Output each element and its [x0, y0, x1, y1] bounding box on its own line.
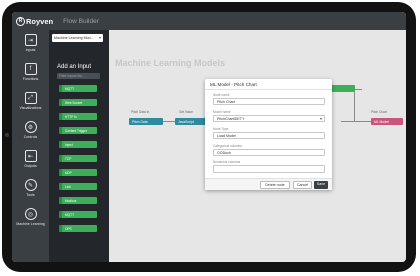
node-ml-model[interactable]: ML Model [371, 118, 403, 125]
node-caption: Pitch Chart [371, 110, 387, 114]
palette-item-modbus[interactable]: Modbus [59, 197, 97, 204]
palette-item-label: MQTT [65, 86, 75, 91]
palette-search-input[interactable]: Filter inputs list... [57, 73, 100, 79]
node-settings-dialog: ML Model - Pitch Chart Node name Pitch C… [205, 79, 332, 190]
chevron-down-icon: ▾ [98, 35, 101, 40]
drag-handle-icon[interactable] [59, 113, 62, 120]
flow-wire [354, 89, 362, 90]
category-sidebar: ⇥ Inputs f Functions ⤢ Visualizations ⚙ … [12, 30, 49, 262]
dialog-title: ML Model - Pitch Chart [205, 79, 332, 90]
drag-handle-icon[interactable] [59, 155, 62, 162]
palette-item-link[interactable]: Link [59, 183, 97, 190]
drag-handle-icon[interactable] [59, 85, 62, 92]
palette-item-mqtt-2[interactable]: MQTT [59, 211, 97, 218]
palette-item-label: Inject [65, 142, 73, 147]
outputs-icon: ⇤ [24, 150, 37, 162]
sidebar-item-label: Tools [26, 193, 35, 197]
sidebar-item-label: Visualizations [19, 106, 42, 110]
node-javascript[interactable]: JavaScript [175, 118, 207, 125]
node-pitch-data[interactable]: Pitch Data [129, 118, 163, 125]
flow-wire [354, 89, 355, 121]
palette-item-udp[interactable]: UDP [59, 169, 97, 176]
model-name-select[interactable]: PitchChartIDETY ▾ [213, 115, 325, 122]
app-title: Flow Builder [63, 17, 99, 25]
drag-handle-icon[interactable] [59, 211, 62, 218]
palette-item-label: Content Trigger [65, 128, 87, 133]
brand-logo[interactable]: R Royven [16, 16, 54, 26]
palette-item-label: TCP [65, 156, 72, 161]
inputs-icon: ⇥ [24, 34, 37, 46]
sidebar-item-label: Inputs [25, 48, 36, 52]
palette-item-opc[interactable]: OPC [59, 225, 97, 232]
field-label: Node Type [213, 127, 229, 131]
palette-item-inject[interactable]: Inject [59, 141, 97, 148]
palette-item-tcp[interactable]: TCP [59, 155, 97, 162]
model-selector[interactable]: Machine Learning Mod... ▾ [52, 34, 103, 42]
drag-handle-icon[interactable] [59, 183, 62, 190]
node-caption: Pitch Data In [131, 110, 150, 114]
visualization-icon: ⤢ [24, 92, 37, 104]
tablet-frame: R Royven Flow Builder ⇥ Inputs f Functio… [2, 2, 416, 272]
tools-icon: ✎ [24, 179, 37, 191]
controls-icon: ⚙ [24, 121, 37, 133]
palette-item-http-in[interactable]: HTTP In [59, 113, 97, 120]
palette-item-label: HTTP In [65, 114, 77, 119]
save-button[interactable]: Save [314, 181, 328, 189]
palette-item-label: Link [65, 184, 71, 189]
numerical-columns-field[interactable] [213, 165, 325, 173]
field-label: Node name [213, 93, 230, 97]
brand-name: Royven [26, 16, 54, 26]
drag-handle-icon[interactable] [59, 99, 62, 106]
palette-item-web-socket[interactable]: Web Socket [59, 99, 97, 106]
top-bar: R Royven Flow Builder [12, 12, 406, 30]
drag-handle-icon[interactable] [59, 127, 62, 134]
palette-item-label: UDP [65, 170, 72, 175]
node-label: JavaScript [178, 119, 194, 124]
drag-handle-icon[interactable] [59, 141, 62, 148]
node-caption: Get Value [179, 110, 193, 114]
tablet-camera [5, 133, 9, 137]
palette-item-label: Modbus [65, 198, 77, 203]
sidebar-item-visualizations[interactable]: ⤢ Visualizations [12, 92, 49, 118]
field-label: Categorical columns [213, 144, 242, 148]
flow-wire [163, 121, 175, 122]
brand-logo-icon: R [16, 16, 25, 26]
model-name-value: PitchChartIDETY [217, 117, 245, 121]
model-selector-value: Machine Learning Mod... [54, 36, 94, 40]
sidebar-item-outputs[interactable]: ⇤ Outputs [12, 150, 49, 176]
node-type-field[interactable]: Load Model [213, 132, 325, 139]
sidebar-item-machine-learning[interactable]: ◎ Machine Learning [12, 208, 49, 238]
categorical-columns-field[interactable]: OODuck [213, 149, 325, 156]
sidebar-item-tools[interactable]: ✎ Tools [12, 179, 49, 205]
node-label: ML Model [374, 119, 389, 124]
sidebar-item-label: Controls [23, 135, 38, 139]
palette-item-content-trigger[interactable]: Content Trigger [59, 127, 97, 134]
sidebar-item-controls[interactable]: ⚙ Controls [12, 121, 49, 147]
flow-wire [341, 121, 371, 122]
function-icon: f [24, 63, 37, 75]
palette-item-label: MQTT [65, 212, 75, 217]
field-label: Model name [213, 110, 231, 114]
sidebar-item-inputs[interactable]: ⇥ Inputs [12, 34, 49, 60]
field-label: Numerical columns [213, 160, 241, 164]
drag-handle-icon[interactable] [59, 169, 62, 176]
machine-learning-icon: ◎ [24, 208, 37, 220]
drag-handle-icon[interactable] [59, 225, 62, 232]
canvas-title: Machine Learning Models [115, 58, 226, 68]
chevron-down-icon: ▾ [319, 116, 322, 121]
sidebar-item-label: Outputs [24, 164, 37, 168]
sidebar-item-label: Machine Learning [16, 222, 45, 226]
node-label: Pitch Data [132, 119, 148, 124]
cancel-button[interactable]: Cancel [293, 181, 312, 189]
sidebar-item-label: Functions [22, 77, 39, 81]
delete-node-button[interactable]: Delete node [260, 181, 290, 189]
sidebar-item-functions[interactable]: f Functions [12, 63, 49, 89]
drag-handle-icon[interactable] [59, 197, 62, 204]
node-palette: Machine Learning Mod... ▾ Add an Input F… [49, 30, 109, 262]
palette-title: Add an Input [57, 64, 92, 70]
palette-item-label: Web Socket [65, 100, 83, 105]
palette-item-mqtt[interactable]: MQTT [59, 85, 97, 92]
node-name-field[interactable]: Pitch Chart [213, 98, 325, 105]
palette-item-label: OPC [65, 226, 72, 231]
